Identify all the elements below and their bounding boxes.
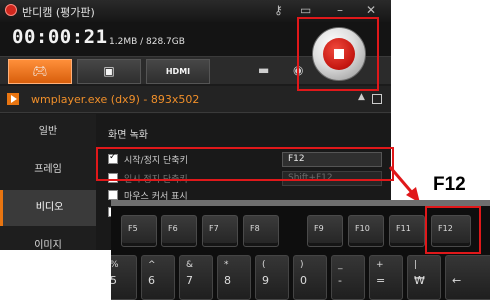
hdmi-icon: HDMI <box>165 67 191 76</box>
file-size-readout: 1.2MB / 828.7GB <box>109 37 185 47</box>
collapse-caret-icon[interactable]: ▲ <box>358 92 365 102</box>
sidebar-item-video[interactable]: 비디오 <box>0 190 96 226</box>
tab-game-mode[interactable]: 🎮︎ <box>8 59 72 84</box>
recording-timer: 00:00:21 <box>12 26 108 48</box>
folder-icon[interactable]: ▬ <box>258 64 269 76</box>
key-label: - <box>338 274 342 287</box>
key-shift-label: _ <box>338 260 343 270</box>
key-f8: F8 <box>243 215 279 247</box>
f12-caption: F12 <box>433 174 466 195</box>
key-shift-label: | <box>414 260 418 270</box>
window-mode-icon[interactable] <box>372 94 382 104</box>
show-cursor-checkbox[interactable] <box>108 190 118 200</box>
key-f5: F5 <box>121 215 157 247</box>
key-shift-label: + <box>376 260 384 270</box>
target-resolution: - 893x502 <box>139 93 200 106</box>
key-label: 5 <box>111 274 117 287</box>
key-f10: F10 <box>348 215 384 247</box>
key-shift-label: % <box>111 260 119 270</box>
key-0: ) 0 <box>293 255 327 300</box>
key-shift-label: ^ <box>148 260 156 270</box>
close-icon[interactable]: ✕ <box>366 3 376 17</box>
key-f6: F6 <box>161 215 197 247</box>
key-label: 6 <box>148 274 155 287</box>
key-equals: + = <box>369 255 403 300</box>
key-label: 0 <box>300 274 307 287</box>
section-title: 화면 녹화 <box>108 130 148 141</box>
key-label: 7 <box>186 274 193 287</box>
sidebar-item-image[interactable]: 이미지 <box>0 228 96 250</box>
f12-key-highlight <box>425 206 481 254</box>
record-button-highlight <box>297 17 379 91</box>
key-shift-label: * <box>224 260 229 270</box>
key-won: | ₩ <box>407 255 441 300</box>
key-8: * 8 <box>217 255 251 300</box>
key-label: F6 <box>168 224 178 233</box>
key-9: (9 <box>255 255 289 300</box>
hotkey-option-highlight <box>96 147 394 181</box>
key-label: F8 <box>250 224 260 233</box>
minimize-icon[interactable]: – <box>337 3 343 17</box>
key-f9: F9 <box>307 215 343 247</box>
key-label: F5 <box>128 224 138 233</box>
key-icon[interactable]: ⚷ <box>274 3 283 17</box>
tab-screen-mode[interactable]: ▣ <box>77 59 141 84</box>
target-process: wmplayer.exe (dx9) <box>31 93 140 106</box>
key-f7: F7 <box>202 215 238 247</box>
key-label: ← <box>452 274 462 287</box>
key-label: ₩ <box>414 274 425 287</box>
key-f11: F11 <box>389 215 425 247</box>
key-label: = <box>376 274 386 287</box>
screen-icon: ▣ <box>103 64 115 78</box>
key-shift-label: ( <box>262 260 266 270</box>
key-label: 9 <box>262 274 269 287</box>
gamepad-icon: 🎮︎ <box>32 64 48 78</box>
key-6: ^ 6 <box>141 255 175 300</box>
key-label: F10 <box>355 224 370 233</box>
settings-sidebar: 일반 프레임 비디오 이미지 <box>0 114 96 250</box>
play-icon <box>7 93 19 105</box>
key-label: F7 <box>209 224 219 233</box>
tab-hdmi-mode[interactable]: HDMI <box>146 59 210 84</box>
sidebar-item-general[interactable]: 일반 <box>0 114 96 150</box>
key-shift-label: ) <box>300 260 304 270</box>
key-backspace: ← <box>445 255 490 300</box>
key-label: F9 <box>314 224 324 233</box>
key-5: %5 <box>111 255 137 300</box>
window-title: 반디캠 (평가판) <box>22 6 95 19</box>
key-shift-label: & <box>186 260 194 270</box>
key-minus: _ - <box>331 255 365 300</box>
key-7: & 7 <box>179 255 213 300</box>
bandicam-logo-icon <box>5 4 17 16</box>
folder-icon[interactable]: ▭ <box>300 3 311 17</box>
target-window-name: wmplayer.exe (dx9) - 893x502 <box>31 93 199 106</box>
key-label: F11 <box>396 224 411 233</box>
key-label: 8 <box>224 274 231 287</box>
sidebar-item-frame[interactable]: 프레임 <box>0 152 96 188</box>
